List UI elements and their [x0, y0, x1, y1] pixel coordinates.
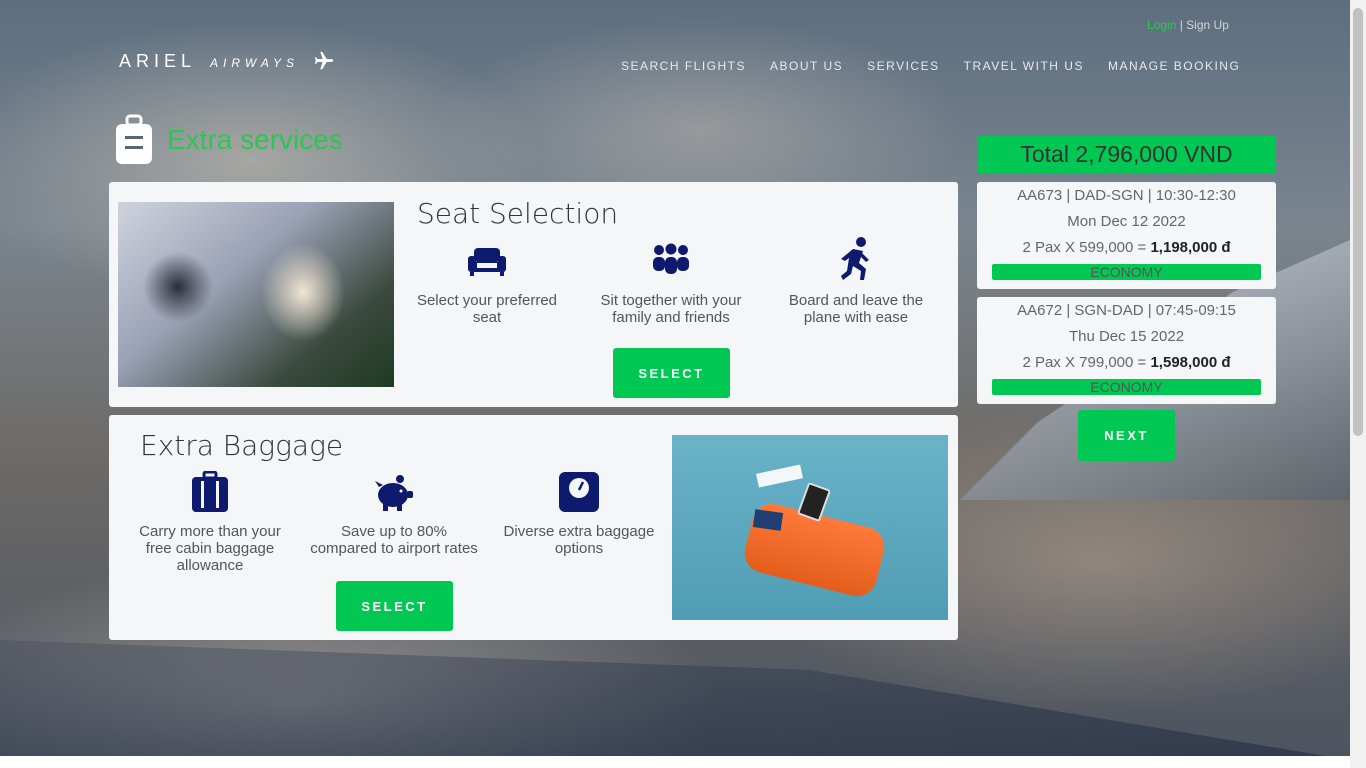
photo-ticket [756, 464, 803, 488]
scale-icon [559, 472, 599, 512]
seat-selection-card: Seat Selection Select your preferred sea… [109, 182, 958, 407]
sofa-icon [468, 248, 506, 276]
flight-price-line: 2 Pax X 799,000 = 1,598,000 đ [977, 354, 1276, 380]
baggage-select-button[interactable]: SELECT [336, 581, 453, 631]
flight-amount: 1,198,000 đ [1150, 239, 1231, 256]
flight-route: AA672 | SGN-DAD | 07:45-09:15 [1017, 302, 1236, 319]
baggage-feature-options: Diverse extra baggage options [494, 471, 664, 557]
auth-links: Login | Sign Up [1147, 18, 1229, 32]
page-title: Extra services [167, 124, 343, 155]
flight-price-line: 2 Pax X 599,000 = 1,198,000 đ [977, 239, 1276, 265]
nav-services[interactable]: SERVICES [867, 59, 939, 73]
flight-route: AA673 | DAD-SGN | 10:30-12:30 [1017, 187, 1236, 204]
baggage-feature-carry: Carry more than your free cabin baggage … [125, 471, 295, 574]
total-price: Total 2,796,000 VND [977, 136, 1276, 173]
flight-pax: 2 Pax X 599,000 = [1022, 239, 1151, 256]
nav-travel-with-us[interactable]: TRAVEL WITH US [964, 59, 1084, 73]
nav-about-us[interactable]: ABOUT US [770, 59, 843, 73]
extra-baggage-card: Extra Baggage Carry more than your free … [109, 415, 958, 640]
flight-date: Mon Dec 12 2022 [1067, 213, 1186, 230]
next-button[interactable]: NEXT [1078, 410, 1175, 461]
nav-manage-booking[interactable]: MANAGE BOOKING [1108, 59, 1240, 73]
page-title-row: Extra services [114, 114, 343, 166]
seat-feature-together: Sit together with your family and friend… [586, 240, 756, 326]
flight-pax: 2 Pax X 799,000 = [1022, 354, 1151, 371]
vertical-scrollbar[interactable] [1350, 0, 1366, 768]
baggage-feature-save-text: Save up to 80% compared to airport rates [310, 523, 478, 557]
suitcase-icon [192, 471, 228, 512]
airplane-icon [314, 51, 334, 70]
luggage-icon [116, 114, 152, 164]
logo-sub: AIRWAYS [210, 55, 300, 70]
flight-date: Thu Dec 15 2022 [1068, 328, 1185, 345]
seat-selection-photo [118, 202, 394, 387]
fare-class-badge: ECONOMY [992, 264, 1261, 280]
logo[interactable]: ARIEL AIRWAYS [119, 50, 335, 72]
seat-feature-together-text: Sit together with your family and friend… [600, 292, 742, 326]
logo-brand: ARIEL [119, 50, 197, 71]
extra-baggage-title: Extra Baggage [140, 429, 344, 462]
piggy-bank-icon [375, 475, 413, 511]
seat-feature-board-text: Board and leave the plane with ease [788, 292, 924, 326]
baggage-feature-options-text: Diverse extra baggage options [503, 523, 655, 557]
auth-separator: | [1176, 18, 1187, 32]
signup-link[interactable]: Sign Up [1186, 18, 1229, 32]
seat-selection-title: Seat Selection [417, 197, 619, 230]
baggage-feature-save: Save up to 80% compared to airport rates [309, 471, 479, 557]
login-link[interactable]: Login [1147, 18, 1176, 32]
main-nav: SEARCH FLIGHTS ABOUT US SERVICES TRAVEL … [621, 59, 1264, 73]
flight-amount: 1,598,000 đ [1150, 354, 1231, 371]
flight-summary-return: AA672 | SGN-DAD | 07:45-09:15 Thu Dec 15… [977, 297, 1276, 404]
flight-summary-outbound: AA673 | DAD-SGN | 10:30-12:30 Mon Dec 12… [977, 182, 1276, 289]
baggage-feature-carry-text: Carry more than your free cabin baggage … [139, 523, 281, 574]
page-bottom-strip [0, 756, 1350, 768]
seat-feature-preferred-text: Select your preferred seat [416, 292, 558, 326]
running-person-icon [841, 237, 869, 280]
fare-class-badge: ECONOMY [992, 379, 1261, 395]
scrollbar-thumb[interactable] [1353, 8, 1363, 436]
nav-search-flights[interactable]: SEARCH FLIGHTS [621, 59, 746, 73]
seat-feature-board: Board and leave the plane with ease [771, 236, 941, 326]
seat-feature-preferred: Select your preferred seat [402, 240, 572, 326]
photo-passport [752, 509, 784, 531]
group-icon [653, 243, 689, 274]
extra-baggage-photo [672, 435, 948, 620]
seat-select-button[interactable]: SELECT [613, 348, 730, 398]
